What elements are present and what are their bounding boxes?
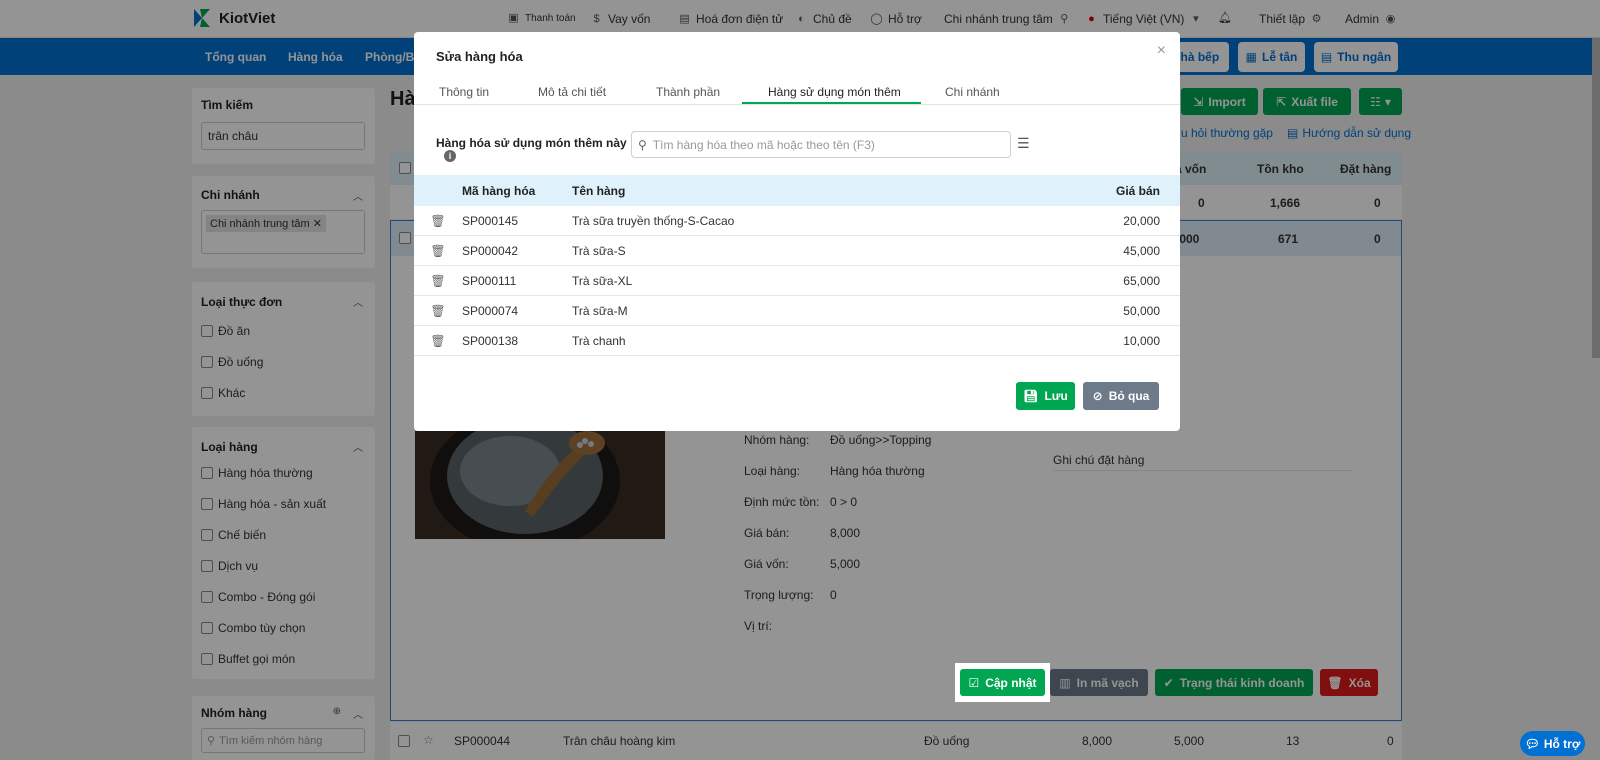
list-icon[interactable]: ☰ [1017,135,1030,152]
search-icon: ⚲ [638,137,647,152]
help-chat-label: Hỗ trợ [1543,736,1581,751]
update-button[interactable]: ☑ Cập nhật [960,669,1045,696]
col-price: Giá bán [1115,183,1160,198]
edit-product-modal: Sửa hàng hóa × Thông tin Mô tả chi tiết … [414,32,1180,431]
chat-bubble-icon: 💬︎ [1524,736,1540,751]
skip-button[interactable]: ⊘ Bỏ qua [1083,382,1159,410]
table-row[interactable]: 🗑︎ SP000138 Trà chanh 10,000 [414,326,1180,356]
row-code: SP000074 [462,303,519,318]
addon-search-input[interactable]: ⚲ Tìm hàng hóa theo mã hoặc theo tên (F3… [631,131,1011,158]
addon-search-placeholder: Tìm hàng hóa theo mã hoặc theo tên (F3) [652,137,875,152]
row-name: Trà chanh [572,333,626,348]
tab-info[interactable]: Thông tin [439,85,489,99]
col-code: Mã hàng hóa [462,183,536,198]
tabs-divider [414,104,1180,105]
row-name: Trà sữa-XL [572,273,633,288]
row-code: SP000111 [462,273,517,288]
col-name: Tên hàng [572,183,626,198]
tab-description[interactable]: Mô tả chi tiết [538,85,606,99]
row-name: Trà sữa-S [572,243,626,258]
tab-branch[interactable]: Chi nhánh [945,85,1000,99]
row-code: SP000145 [462,213,519,228]
row-name: Trà sữa-M [572,303,628,318]
info-icon[interactable]: i [444,150,456,162]
addon-table-header: Mã hàng hóa Tên hàng Giá bán [414,175,1180,206]
row-price: 65,000 [1123,273,1160,288]
trash-icon[interactable]: 🗑︎ [414,274,462,288]
table-row[interactable]: 🗑︎ SP000042 Trà sữa-S 45,000 [414,236,1180,266]
trash-icon[interactable]: 🗑︎ [414,244,462,258]
close-icon[interactable]: × [1157,42,1166,60]
save-icon: 💾︎ [1023,389,1039,403]
row-price: 10,000 [1123,333,1160,348]
trash-icon[interactable]: 🗑︎ [414,304,462,318]
ban-icon: ⊘ [1092,389,1103,403]
row-price: 50,000 [1123,303,1160,318]
tab-components[interactable]: Thành phần [656,85,720,99]
update-button-highlight: ☑ Cập nhật [955,663,1050,702]
save-button[interactable]: 💾︎ Lưu [1016,382,1075,410]
row-name: Trà sữa truyền thống-S-Cacao [572,213,735,228]
tab-addon-products[interactable]: Hàng sử dụng món thêm [768,85,901,99]
skip-label: Bỏ qua [1108,389,1150,403]
trash-icon[interactable]: 🗑︎ [414,334,462,348]
active-tab-indicator [742,102,921,104]
edit-check-icon: ☑ [968,675,980,690]
help-chat-button[interactable]: 💬︎ Hỗ trợ [1520,731,1585,756]
table-row[interactable]: 🗑︎ SP000074 Trà sữa-M 50,000 [414,296,1180,326]
modal-title: Sửa hàng hóa [436,49,523,64]
save-label: Lưu [1044,389,1068,403]
table-row[interactable]: 🗑︎ SP000145 Trà sữa truyền thống-S-Cacao… [414,206,1180,236]
row-price: 20,000 [1123,213,1160,228]
row-price: 45,000 [1123,243,1160,258]
update-label: Cập nhật [985,675,1037,690]
addon-section-label: Hàng hóa sử dụng món thêm này [436,136,627,150]
row-code: SP000042 [462,243,519,258]
table-row[interactable]: 🗑︎ SP000111 Trà sữa-XL 65,000 [414,266,1180,296]
trash-icon[interactable]: 🗑︎ [414,214,462,228]
row-code: SP000138 [462,333,519,348]
